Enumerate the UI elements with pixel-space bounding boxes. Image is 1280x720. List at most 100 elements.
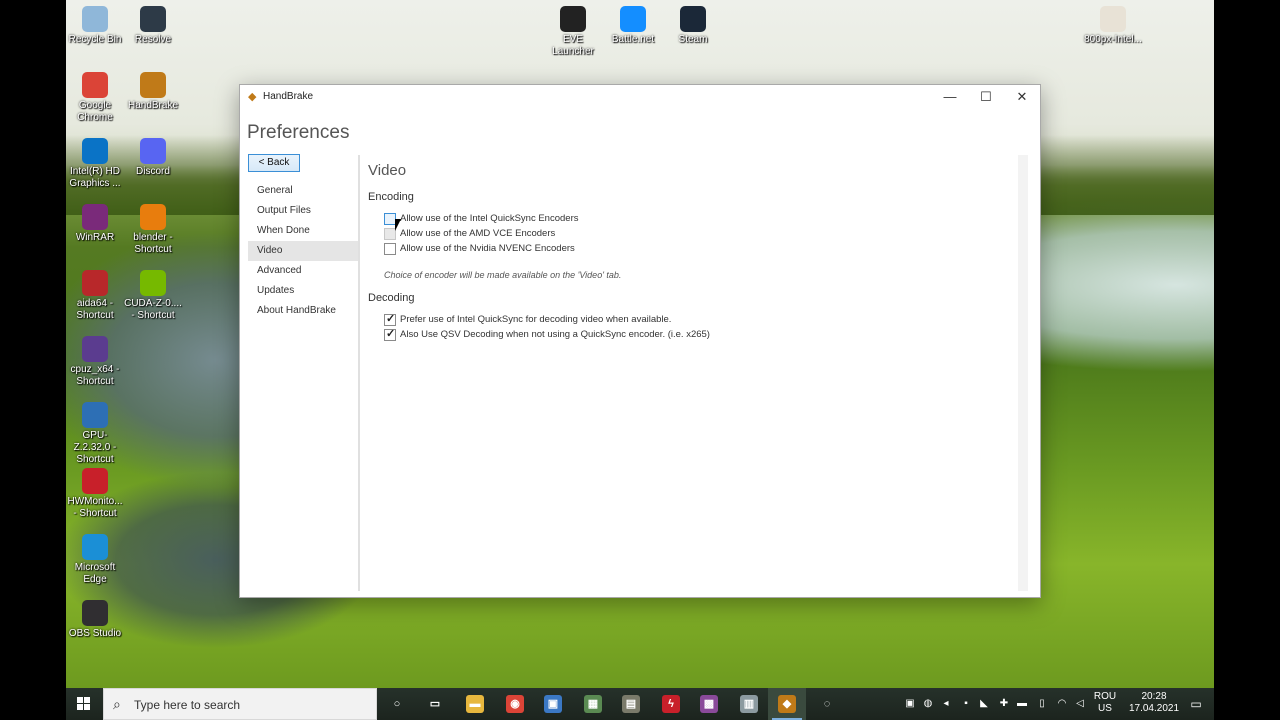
desktop-icon[interactable]: WinRAR xyxy=(66,204,124,244)
back-button[interactable]: < Back xyxy=(248,154,300,172)
clock[interactable]: 20:28 17.04.2021 xyxy=(1120,688,1188,720)
minimize-button[interactable]: — xyxy=(932,85,968,110)
desktop-icon-label: GPU-Z.2.32.0 - Shortcut xyxy=(73,430,117,465)
search-icon: ⌕ xyxy=(113,696,121,712)
desktop-icon[interactable]: Microsoft Edge xyxy=(66,534,124,586)
desktop-icon[interactable]: blender - Shortcut xyxy=(124,204,182,256)
taskbar-app[interactable]: ▩ xyxy=(690,688,728,720)
nav-item-about-handbrake[interactable]: About HandBrake xyxy=(248,301,358,321)
checkbox-label: Allow use of the Nvidia NVENC Encoders xyxy=(400,243,575,254)
search-placeholder: Type here to search xyxy=(134,698,241,712)
taskbar-app[interactable]: ▭ xyxy=(416,688,454,720)
nav-item-advanced[interactable]: Advanced xyxy=(248,261,358,281)
app-icon: ▩ xyxy=(700,695,718,713)
desktop-icon-label: Microsoft Edge xyxy=(74,562,116,585)
tray-app-icon[interactable]: ◍ xyxy=(922,698,934,710)
nav-item-video[interactable]: Video xyxy=(248,241,358,261)
taskbar-app[interactable]: ◉ xyxy=(496,688,534,720)
tray-app-icon[interactable]: ▣ xyxy=(904,698,916,710)
desktop-icon-label: Discord xyxy=(136,166,170,177)
nav-item-updates[interactable]: Updates xyxy=(248,281,358,301)
desktop-icon[interactable]: Intel(R) HD Graphics ... xyxy=(66,138,124,190)
chrome-icon: ◉ xyxy=(506,695,524,713)
task-view-icon: ▭ xyxy=(429,698,441,710)
notifications-icon[interactable]: ▭ xyxy=(1188,698,1204,710)
window-titlebar[interactable]: ◆ HandBrake — ☐ ✕ xyxy=(240,85,1040,110)
volume-icon[interactable]: ◁ xyxy=(1074,698,1086,710)
desktop-icon[interactable]: Steam xyxy=(664,6,722,46)
clock-date: 17.04.2021 xyxy=(1128,703,1180,714)
tray-app-icon[interactable]: ▬ xyxy=(1016,698,1028,710)
taskbar-app[interactable]: ▬ xyxy=(456,688,494,720)
app-icon: ▣ xyxy=(544,695,562,713)
desktop-icon[interactable]: 800px-Intel... xyxy=(1084,6,1142,46)
steam-icon xyxy=(680,6,706,32)
cuda-z-icon xyxy=(140,270,166,296)
desktop-icon[interactable]: Google Chrome xyxy=(66,72,124,124)
desktop-icon[interactable]: GPU-Z.2.32.0 - Shortcut xyxy=(66,402,124,466)
desktop-icon[interactable]: OBS Studio xyxy=(66,600,124,640)
checkmark-icon: ✓ xyxy=(386,328,396,340)
taskbar: ⌕ Type here to search ○ ▭ ▬ ◉ ▣ ▦ ▤ ϟ ▩ ▥ ◆ ◌ ▣ ◍ ◂… xyxy=(66,688,1214,720)
desktop-icon-label: Battle.net xyxy=(611,34,655,45)
desktop-icon[interactable]: Battle.net xyxy=(604,6,662,46)
desktop-icon[interactable]: Resolve xyxy=(124,6,182,46)
preferences-nav: General Output Files When Done Video Advance… xyxy=(248,181,358,321)
desktop-icon[interactable]: cpuz_x64 - Shortcut xyxy=(66,336,124,388)
tray-app-icon[interactable]: ▪ xyxy=(960,698,972,710)
encoding-subtitle: Encoding xyxy=(368,191,414,203)
desktop-icon[interactable]: HandBrake xyxy=(124,72,182,112)
chrome-icon xyxy=(82,72,108,98)
taskbar-app[interactable]: ϟ xyxy=(652,688,690,720)
maximize-button[interactable]: ☐ xyxy=(968,85,1004,110)
checkmark-icon: ✓ xyxy=(386,313,396,325)
desktop-icon-label: HWMonito... - Shortcut xyxy=(67,496,123,519)
battery-icon[interactable]: ▯ xyxy=(1036,698,1048,710)
taskbar-app[interactable]: ▤ xyxy=(612,688,650,720)
start-button[interactable] xyxy=(66,688,102,720)
taskbar-app[interactable]: ▥ xyxy=(730,688,768,720)
checkbox[interactable] xyxy=(384,243,396,255)
recycle-bin-icon xyxy=(82,6,108,32)
file-explorer-icon: ▬ xyxy=(466,695,484,713)
taskbar-app[interactable]: ○ xyxy=(378,688,416,720)
desktop-icon-label: blender - Shortcut xyxy=(133,232,173,255)
tray-app-icon[interactable]: ✚ xyxy=(998,698,1010,710)
desktop-icon-label: WinRAR xyxy=(75,232,115,243)
desktop-icon-label: EVE Launcher xyxy=(552,34,594,57)
desktop-icon[interactable]: aida64 - Shortcut xyxy=(66,270,124,322)
taskbar-app[interactable]: ◆ xyxy=(768,688,806,720)
handbrake-window: ◆ HandBrake — ☐ ✕ Preferences < Back Gen… xyxy=(239,84,1041,598)
desktop-icon-label: HandBrake xyxy=(127,100,179,111)
taskbar-app[interactable]: ▦ xyxy=(574,688,612,720)
scrollbar[interactable] xyxy=(1018,155,1028,591)
close-button[interactable]: ✕ xyxy=(1004,85,1040,110)
desktop-icon-label: CUDA-Z-0.... - Shortcut xyxy=(124,298,182,321)
handbrake-icon: ◆ xyxy=(778,695,796,713)
checkbox-label: Prefer use of Intel QuickSync for decodi… xyxy=(400,314,672,325)
wifi-icon[interactable]: ◠ xyxy=(1056,698,1068,710)
search-input[interactable]: ⌕ Type here to search xyxy=(103,688,377,720)
desktop-icon[interactable]: CUDA-Z-0.... - Shortcut xyxy=(124,270,182,322)
desktop-icon[interactable]: EVE Launcher xyxy=(544,6,602,58)
clock-time: 20:28 xyxy=(1141,691,1167,702)
taskbar-app[interactable]: ▣ xyxy=(534,688,572,720)
nav-item-general[interactable]: General xyxy=(248,181,358,201)
cpuz-icon xyxy=(82,336,108,362)
nav-item-when-done[interactable]: When Done xyxy=(248,221,358,241)
language-indicator[interactable]: ROU US xyxy=(1090,688,1120,720)
language-code: ROU xyxy=(1093,691,1117,702)
desktop-icon[interactable]: Recycle Bin xyxy=(66,6,124,46)
desktop-icon[interactable]: Discord xyxy=(124,138,182,178)
checkbox[interactable]: ✓ xyxy=(384,313,396,326)
checkbox[interactable]: ✓ xyxy=(384,328,396,341)
intel-graphics-icon xyxy=(82,138,108,164)
desktop-icon[interactable]: HWMonito... - Shortcut xyxy=(66,468,124,520)
video-settings-panel: Video Encoding Allow use of the Intel Qu… xyxy=(368,155,1028,591)
app-icon: ▤ xyxy=(622,695,640,713)
windows-logo-icon xyxy=(77,697,91,711)
tray-app-icon[interactable]: ◂ xyxy=(940,698,952,710)
taskbar-app[interactable]: ◌ xyxy=(808,688,846,720)
tray-app-icon[interactable]: ◣ xyxy=(978,698,990,710)
nav-item-output-files[interactable]: Output Files xyxy=(248,201,358,221)
